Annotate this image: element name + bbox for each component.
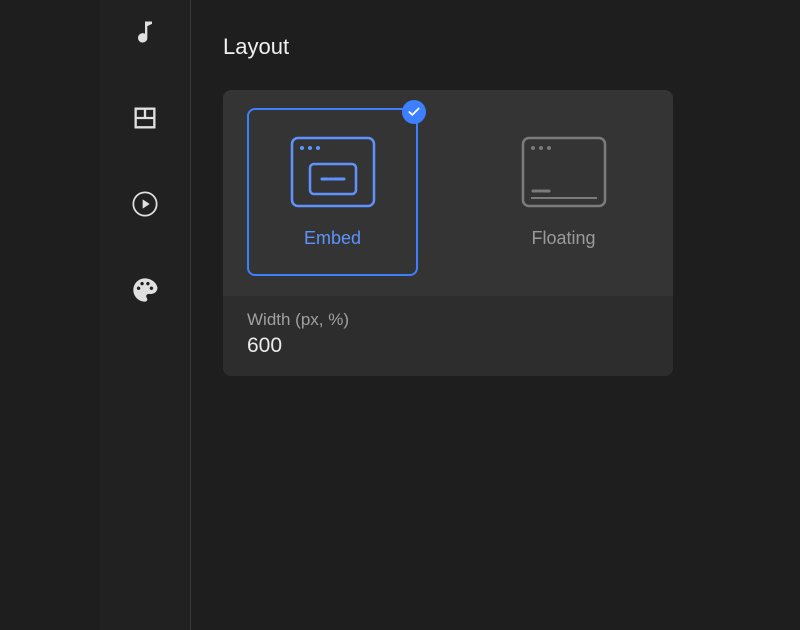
main-panel: Layout Embed (190, 0, 800, 630)
sidebar (100, 0, 190, 630)
width-row: Width (px, %) (223, 296, 673, 376)
play-icon[interactable] (131, 190, 159, 218)
floating-window-icon (521, 136, 607, 208)
width-label: Width (px, %) (247, 310, 649, 330)
palette-icon[interactable] (131, 276, 159, 304)
left-gutter (0, 0, 100, 630)
layout-icon[interactable] (131, 104, 159, 132)
section-title: Layout (223, 34, 768, 60)
width-input[interactable] (247, 334, 649, 358)
layout-panel: Embed Floating Width (px, %) (223, 90, 673, 376)
option-label: Embed (304, 228, 361, 249)
layout-options-row: Embed Floating (223, 90, 673, 296)
layout-option-floating[interactable]: Floating (478, 108, 649, 276)
option-label: Floating (531, 228, 595, 249)
check-icon (402, 100, 426, 124)
embed-window-icon (290, 136, 376, 208)
music-icon[interactable] (131, 18, 159, 46)
layout-option-embed[interactable]: Embed (247, 108, 418, 276)
